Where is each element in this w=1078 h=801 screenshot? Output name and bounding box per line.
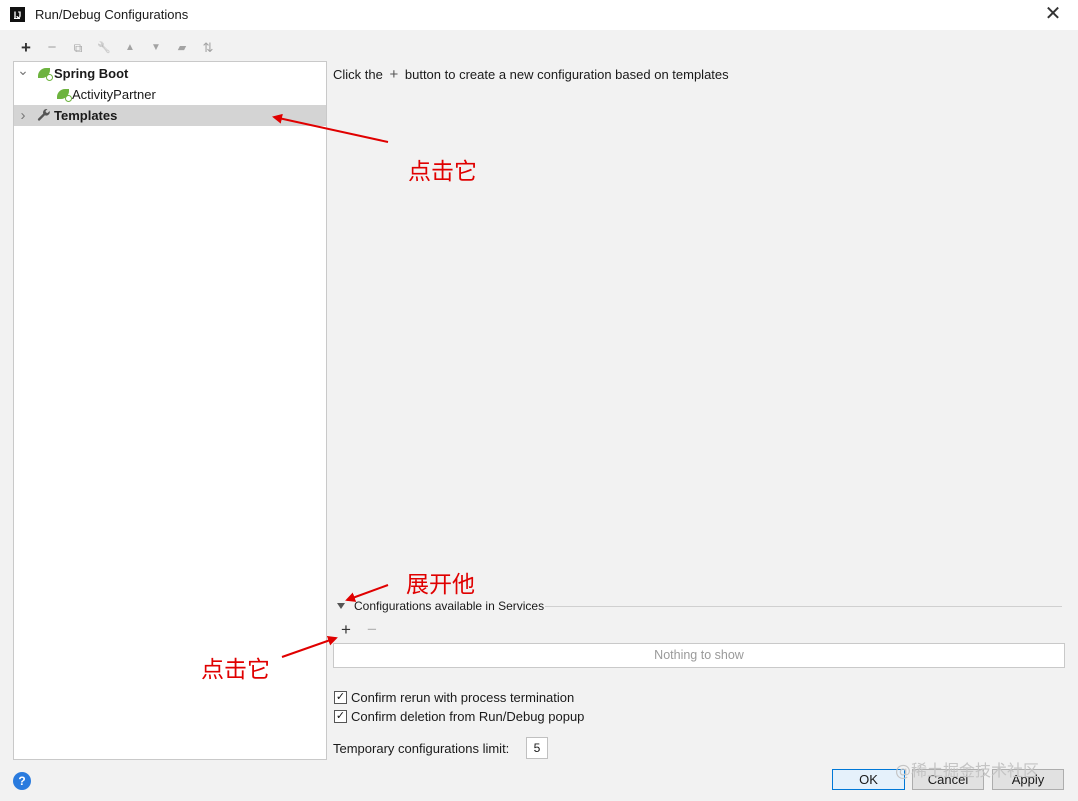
checkbox-label: Confirm rerun with process termination	[351, 690, 575, 705]
window-title: Run/Debug Configurations	[35, 7, 189, 22]
chevron-down-icon[interactable]: ⌄	[17, 60, 29, 81]
services-list[interactable]: Nothing to show	[333, 643, 1065, 668]
help-button[interactable]: ?	[13, 772, 31, 790]
tree-item-label: Spring Boot	[54, 66, 129, 81]
watermark: @稀土掘金技术社区	[895, 761, 1040, 780]
temp-config-limit-input[interactable]: 5	[526, 737, 548, 759]
sort-configurations-button[interactable]: ⇅	[198, 38, 218, 58]
tree-item-spring-boot[interactable]: ⌄ Spring Boot	[14, 60, 326, 84]
configurations-toolbar: + − ⧉ 🔧 ▲ ▼ ▰ ⇅	[12, 38, 232, 58]
tree-item-label: Templates	[54, 108, 118, 123]
checkbox-label: Confirm deletion from Run/Debug popup	[351, 709, 585, 724]
remove-configuration-button[interactable]: −	[42, 38, 62, 58]
tree-item-templates[interactable]: › Templates	[14, 105, 326, 126]
plus-icon: +	[389, 66, 399, 83]
wrench-icon	[37, 107, 51, 128]
move-up-button[interactable]: ▲	[120, 38, 140, 58]
title-bar: IJ Run/Debug Configurations ✕	[0, 0, 1078, 30]
copy-configuration-button[interactable]: ⧉	[68, 38, 88, 58]
move-to-folder-button[interactable]: ▰	[172, 38, 192, 58]
tree-item-activity-partner[interactable]: ActivityPartner	[14, 84, 326, 105]
temp-config-limit-label: Temporary configurations limit:	[333, 741, 510, 756]
tree-item-label: ActivityPartner	[72, 87, 156, 102]
spring-boot-icon	[38, 68, 53, 81]
annotation-click-templates: 点击它	[408, 159, 477, 185]
hint-text-after: button to create a new configuration bas…	[404, 67, 729, 82]
services-remove-button[interactable]: −	[363, 620, 381, 640]
services-section-title[interactable]: Configurations available in Services	[354, 599, 544, 613]
section-divider	[545, 606, 1062, 607]
empty-list-text: Nothing to show	[654, 648, 744, 662]
chevron-right-icon[interactable]: ›	[17, 105, 29, 126]
configurations-tree: ⌄ Spring Boot ActivityPartner › Template…	[13, 61, 327, 760]
services-add-button[interactable]: +	[337, 620, 355, 640]
close-button[interactable]: ✕	[1040, 2, 1066, 28]
hint-text-before: Click the	[333, 67, 383, 82]
services-expand-toggle[interactable]	[336, 601, 346, 611]
spring-boot-icon	[57, 89, 72, 102]
annotation-click-add: 点击它	[201, 657, 270, 683]
add-configuration-button[interactable]: +	[16, 38, 36, 58]
empty-config-hint: Click the + button to create a new confi…	[333, 66, 729, 83]
move-down-button[interactable]: ▼	[146, 38, 166, 58]
confirm-deletion-checkbox[interactable]: ✓	[334, 710, 347, 723]
annotation-expand-services: 展开他	[406, 572, 475, 598]
edit-templates-wrench-button[interactable]: 🔧	[94, 38, 114, 58]
intellij-logo-icon: IJ	[10, 7, 25, 22]
confirm-rerun-checkbox[interactable]: ✓	[334, 691, 347, 704]
arrow-to-services-toggle	[345, 584, 389, 602]
